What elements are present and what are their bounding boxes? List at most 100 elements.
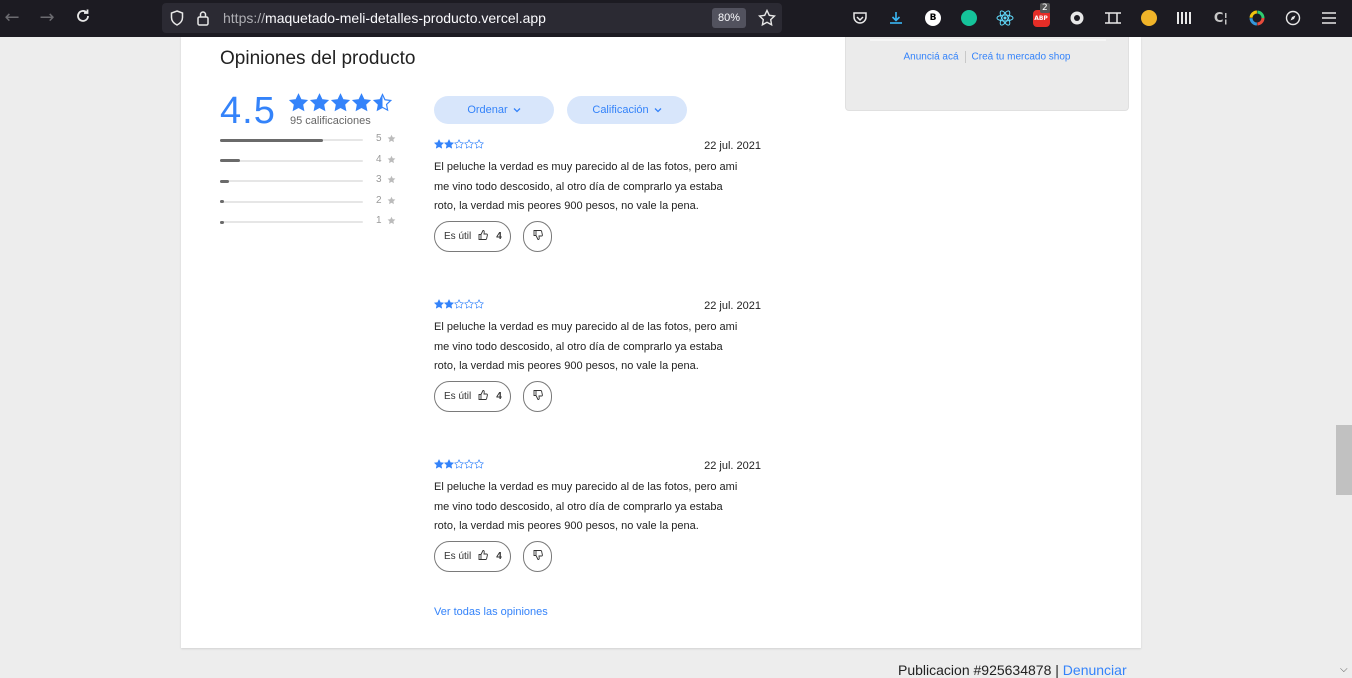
review-stars (434, 299, 484, 309)
react-icon[interactable] (995, 8, 1015, 28)
github-extension-icon[interactable] (1067, 8, 1087, 28)
adblock-icon[interactable]: ABP 2 (1031, 3, 1051, 28)
back-icon[interactable]: ← (1, 8, 23, 28)
rating-bar-star-icon (387, 134, 396, 143)
chevron-down-icon (654, 108, 662, 113)
links-separator (964, 51, 966, 63)
review-line: roto, la verdad mis peores 900 pesos, no… (434, 520, 699, 532)
rating-bar-fill (220, 179, 229, 183)
announce-link[interactable]: Anunciá acá (904, 52, 959, 63)
useful-label: Es útil (444, 551, 472, 562)
rating-bar-row: 3 (220, 174, 400, 187)
review-star-icon (444, 139, 454, 149)
not-useful-button[interactable] (523, 541, 552, 572)
review-line: me vino todo descosido, al otro día de c… (434, 340, 723, 353)
review-line: El peluche la verdad es muy parecido al … (434, 161, 738, 173)
review-star-icon (464, 299, 474, 309)
zoom-indicator[interactable]: 80% (712, 8, 746, 28)
lock-icon[interactable] (197, 10, 209, 30)
translate-extension-icon[interactable] (1103, 8, 1123, 28)
reload-icon[interactable] (72, 8, 94, 28)
useful-button[interactable]: Es útil 4 (434, 221, 511, 252)
review-star-icon (444, 459, 454, 469)
review-date: 22 jul. 2021 (704, 140, 761, 152)
scrollbar-thumb[interactable] (1336, 425, 1352, 495)
review-star-icon (464, 459, 474, 469)
sidebar-box: Anunciá acá Creá tu mercado shop (845, 37, 1129, 111)
extension-b-icon[interactable]: B (923, 8, 943, 28)
bookmark-star-icon[interactable] (757, 8, 777, 31)
rating-bar-track (220, 159, 363, 162)
reviews-title: Opiniones del producto (220, 48, 416, 69)
pocket-icon[interactable] (850, 8, 870, 28)
review-star-icon (474, 299, 484, 309)
yellow-extension-icon[interactable] (1139, 8, 1159, 28)
publication-label: Publicacion (898, 662, 970, 678)
rating-bar-star-icon (387, 155, 396, 163)
rating-bar-fill (220, 159, 241, 162)
rating-bar-row: 1 (220, 215, 400, 228)
review-star-icon (454, 139, 464, 149)
review-star-icon (474, 459, 484, 469)
thumbs-up-icon (478, 550, 489, 563)
order-button[interactable]: Ordenar (434, 96, 554, 124)
rating-star-icon (352, 93, 371, 112)
scroll-down-icon[interactable]: ⌵ (1340, 664, 1348, 675)
rating-bar-row: 5 (220, 133, 400, 146)
shield-icon[interactable] (170, 10, 184, 30)
useful-count: 4 (496, 551, 502, 562)
useful-count: 4 (496, 391, 502, 402)
forward-icon[interactable]: → (36, 8, 58, 28)
review-line: El peluche la verdad es muy parecido al … (434, 481, 738, 493)
rating-bar-track (220, 200, 363, 203)
rating-bar-row: 2 (220, 194, 400, 208)
url-text[interactable]: https://maquetado-meli-detalles-producto… (223, 10, 546, 26)
rating-star-icon (373, 93, 392, 112)
review-line: roto, la verdad mis peores 900 pesos, no… (434, 200, 699, 212)
css-extension-icon[interactable]: C¦ (1211, 8, 1231, 28)
piano-extension-icon[interactable] (1175, 8, 1195, 28)
chevron-down-icon (513, 108, 521, 113)
rating-bar-track (220, 220, 363, 224)
rating-bar-fill (220, 220, 224, 224)
url-bar[interactable]: https://maquetado-meli-detalles-producto… (162, 3, 782, 33)
rating-bar-fill (220, 138, 323, 142)
publication-footer: Publicacion #925634878 | Denunciar (898, 662, 1127, 678)
download-icon[interactable] (886, 8, 906, 28)
rating-bar-star-icon (387, 196, 396, 204)
grammarly-icon[interactable] (959, 8, 979, 28)
ratings-count: 95 calificaciones (290, 115, 371, 127)
review-star-icon (444, 299, 454, 309)
see-all-reviews-link[interactable]: Ver todas las opiniones (434, 606, 548, 618)
rating-bar-track (220, 138, 363, 142)
review-star-icon (454, 459, 464, 469)
adblock-badge: 2 (1040, 3, 1050, 13)
review-line: roto, la verdad mis peores 900 pesos, no… (434, 360, 699, 372)
review-date: 22 jul. 2021 (704, 460, 761, 472)
average-stars (289, 93, 392, 112)
thumbs-up-icon (478, 230, 489, 243)
rating-filter-button[interactable]: Calificación (567, 96, 687, 124)
rating-bar-star-icon (387, 216, 396, 225)
menu-icon[interactable] (1319, 8, 1339, 28)
rating-bar-label: 2 (376, 194, 382, 206)
rating-bar-fill (220, 200, 225, 203)
compass-icon[interactable] (1283, 8, 1303, 28)
review-star-icon (474, 139, 484, 149)
rating-bar-star-icon (387, 175, 396, 184)
useful-button[interactable]: Es útil 4 (434, 541, 511, 572)
not-useful-button[interactable] (523, 381, 552, 412)
review-line: El peluche la verdad es muy parecido al … (434, 321, 738, 333)
rating-bar-label: 4 (376, 153, 382, 165)
review-star-icon (434, 299, 444, 309)
sidebar-box-divider (870, 39, 1106, 41)
create-shop-link[interactable]: Creá tu mercado shop (972, 52, 1071, 63)
extension-b-label: B (925, 10, 941, 26)
color-wheel-icon[interactable] (1247, 8, 1267, 28)
useful-count: 4 (496, 231, 502, 242)
not-useful-button[interactable] (523, 221, 552, 252)
rating-bar-label: 3 (376, 174, 382, 185)
thumbs-down-icon (533, 390, 543, 403)
useful-button[interactable]: Es útil 4 (434, 381, 511, 412)
report-link[interactable]: Denunciar (1063, 662, 1127, 678)
